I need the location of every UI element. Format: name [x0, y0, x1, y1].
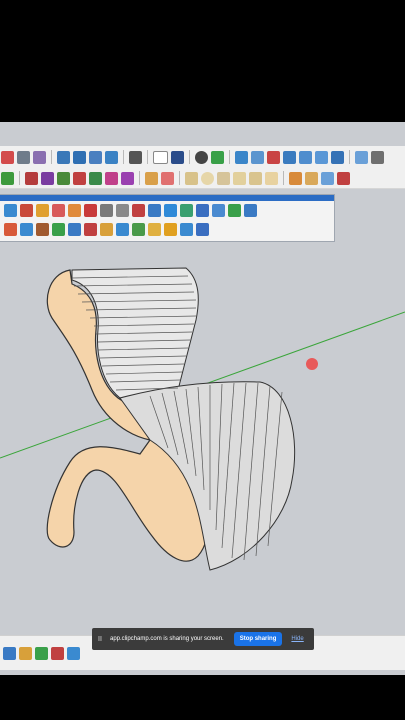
table-icon[interactable] — [84, 204, 97, 217]
walk-icon[interactable] — [36, 223, 49, 236]
sandbox-icon[interactable] — [180, 223, 193, 236]
toolbar-row-2 — [0, 168, 405, 189]
grid-icon[interactable] — [212, 204, 225, 217]
scale-icon[interactable] — [51, 646, 64, 660]
tape-icon[interactable] — [211, 150, 224, 164]
floating-toolbar[interactable] — [0, 194, 335, 242]
solid-union-icon[interactable] — [25, 171, 38, 185]
toolbar-separator — [229, 150, 230, 164]
scenes-icon[interactable] — [315, 150, 328, 164]
user-icon[interactable] — [129, 150, 142, 164]
arc-icon[interactable] — [185, 171, 198, 185]
toolbar-separator — [349, 150, 350, 164]
undo-icon[interactable] — [20, 223, 33, 236]
rotate-icon[interactable] — [35, 646, 48, 660]
orbit-icon[interactable] — [4, 223, 17, 236]
layout-icon[interactable] — [283, 150, 296, 164]
solid-split-icon[interactable] — [105, 171, 118, 185]
merge-icon[interactable] — [68, 223, 81, 236]
toolbar-separator — [51, 150, 52, 164]
toolbar-separator — [147, 150, 148, 164]
dots-icon[interactable] — [196, 223, 209, 236]
curve-icon[interactable] — [148, 204, 161, 217]
cursor-highlight-dot — [306, 358, 318, 370]
line-icon[interactable] — [68, 204, 81, 217]
pencil-icon[interactable] — [116, 204, 129, 217]
scale-icon[interactable] — [265, 171, 278, 185]
toolbar-separator — [179, 171, 180, 185]
user-icon[interactable] — [171, 150, 184, 164]
flask-icon[interactable] — [228, 204, 241, 217]
style-xray-icon[interactable] — [57, 150, 70, 164]
screen-share-bar: II app.clipchamp.com is sharing your scr… — [92, 628, 314, 650]
share-message: app.clipchamp.com is sharing your screen… — [110, 636, 224, 642]
texture-icon[interactable] — [244, 204, 257, 217]
solid-split-icon[interactable] — [89, 171, 102, 185]
3d-text-icon[interactable] — [321, 171, 334, 185]
solid-trim-icon[interactable] — [57, 171, 70, 185]
solid-subtract-icon[interactable] — [41, 171, 54, 185]
chair-model[interactable] — [46, 267, 296, 571]
toolbar-separator — [19, 171, 20, 185]
new-icon[interactable] — [153, 150, 168, 164]
axes-icon[interactable] — [195, 150, 208, 164]
section-icon[interactable] — [299, 150, 312, 164]
eraser-icon[interactable] — [52, 204, 65, 217]
toolbar-separator — [123, 150, 124, 164]
copy-icon[interactable] — [371, 150, 384, 164]
select-icon[interactable] — [4, 204, 17, 217]
zoom-icon[interactable] — [17, 150, 30, 164]
pause-icon: II — [98, 635, 102, 643]
bezier-icon[interactable] — [164, 204, 177, 217]
3d-text-icon[interactable] — [305, 171, 318, 185]
toolbar-separator — [189, 150, 190, 164]
style-wireframe-icon[interactable] — [73, 150, 86, 164]
warehouse-icon[interactable] — [267, 150, 280, 164]
move-icon[interactable] — [19, 646, 32, 660]
move-icon[interactable] — [180, 204, 193, 217]
model-viewport[interactable] — [0, 240, 405, 635]
polygon-icon[interactable] — [217, 171, 230, 185]
copy-icon[interactable] — [355, 150, 368, 164]
stamp-icon[interactable] — [148, 223, 161, 236]
grid-icon[interactable] — [67, 646, 80, 660]
style-hidden-line-icon[interactable] — [89, 150, 102, 164]
3d-text-icon[interactable] — [337, 171, 350, 185]
zoom-window-icon[interactable] — [33, 150, 46, 164]
pan-icon[interactable] — [1, 150, 14, 164]
solar-icon[interactable] — [164, 223, 177, 236]
text-icon[interactable] — [289, 171, 302, 185]
follow-me-icon[interactable] — [249, 171, 262, 185]
grid-tile-icon[interactable] — [132, 223, 145, 236]
eraser-icon[interactable] — [161, 171, 174, 185]
circle-icon[interactable] — [201, 171, 214, 185]
offset-icon[interactable] — [233, 171, 246, 185]
solid-intersect-icon[interactable] — [73, 171, 86, 185]
hide-link[interactable]: Hide — [291, 636, 303, 642]
paint-icon[interactable] — [145, 171, 158, 185]
push-pull-icon[interactable] — [235, 150, 248, 164]
gear-icon[interactable] — [100, 223, 113, 236]
arc-tool-icon[interactable] — [132, 204, 145, 217]
array-icon[interactable] — [84, 223, 97, 236]
mirror-icon[interactable] — [116, 223, 129, 236]
component-icon[interactable] — [105, 150, 118, 164]
solid-split-icon[interactable] — [121, 171, 134, 185]
cut-icon[interactable] — [52, 223, 65, 236]
toolbar-separator — [139, 171, 140, 185]
paint-bucket-icon[interactable] — [36, 204, 49, 217]
component-browser-icon[interactable] — [20, 204, 33, 217]
flag-icon[interactable] — [100, 204, 113, 217]
copy-icon[interactable] — [331, 150, 344, 164]
sketchup-window — [0, 122, 405, 675]
rotate-icon[interactable] — [196, 204, 209, 217]
select-icon[interactable] — [3, 646, 16, 660]
stop-sharing-button[interactable]: Stop sharing — [233, 632, 283, 646]
toolbar-separator — [283, 171, 284, 185]
extension-icon[interactable] — [251, 150, 264, 164]
toolbar-row-1 — [0, 146, 405, 169]
cube-icon[interactable] — [1, 171, 14, 185]
